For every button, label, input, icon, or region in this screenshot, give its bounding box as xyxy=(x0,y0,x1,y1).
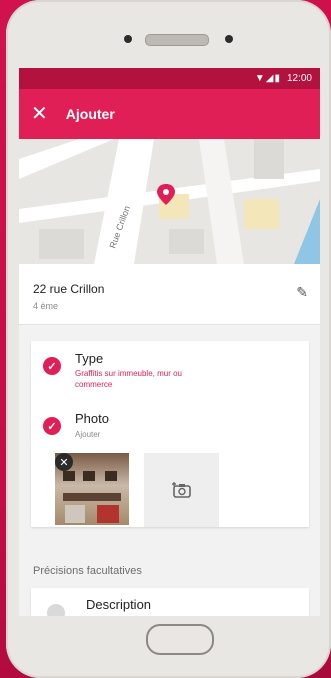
address-floor: 4 ème xyxy=(33,301,59,311)
signal-battery-icon: ▼◢▮ xyxy=(254,73,281,84)
description-label: Description xyxy=(86,597,152,612)
address-street: 22 rue Crillon xyxy=(33,282,105,296)
type-value-line1: Graffitis sur immeuble, mur ou xyxy=(75,369,182,378)
check-icon: ✓ xyxy=(43,357,61,375)
description-row[interactable]: Description xyxy=(31,588,309,616)
app-screen: ▼◢▮ 12:00 ✕ Ajouter Rue Crillon 22 rue C… xyxy=(19,68,320,616)
remove-photo-icon[interactable]: ✕ xyxy=(55,453,73,471)
camera-add-icon xyxy=(171,482,191,498)
optional-details-heading: Précisions facultatives xyxy=(33,565,142,577)
type-value-line2: commerce xyxy=(75,380,113,389)
front-camera xyxy=(124,35,132,43)
app-bar: ✕ Ajouter xyxy=(19,89,320,139)
unchecked-circle-icon xyxy=(47,604,65,616)
page-title: Ajouter xyxy=(65,106,115,122)
type-label: Type xyxy=(75,351,104,366)
photo-add-link[interactable]: Ajouter xyxy=(75,429,100,440)
address-card: 22 rue Crillon 4 ème ✎ xyxy=(19,264,320,325)
status-bar: ▼◢▮ 12:00 xyxy=(19,68,320,89)
add-photo-button[interactable] xyxy=(144,453,219,527)
home-button[interactable] xyxy=(146,624,214,655)
earpiece-speaker xyxy=(145,34,209,46)
report-form-card: ✓ Type Graffitis sur immeuble, mur ou co… xyxy=(31,341,309,527)
check-icon: ✓ xyxy=(43,417,61,435)
map-canvas: Rue Crillon xyxy=(19,139,320,264)
status-time: 12:00 xyxy=(286,73,312,84)
proximity-sensor xyxy=(225,35,233,43)
edit-pencil-icon[interactable]: ✎ xyxy=(296,284,308,301)
location-map[interactable]: Rue Crillon xyxy=(19,139,320,264)
phone-frame: ▼◢▮ 12:00 ✕ Ajouter Rue Crillon 22 rue C… xyxy=(6,0,331,678)
close-icon[interactable]: ✕ xyxy=(31,104,48,124)
photo-label: Photo xyxy=(75,411,109,426)
